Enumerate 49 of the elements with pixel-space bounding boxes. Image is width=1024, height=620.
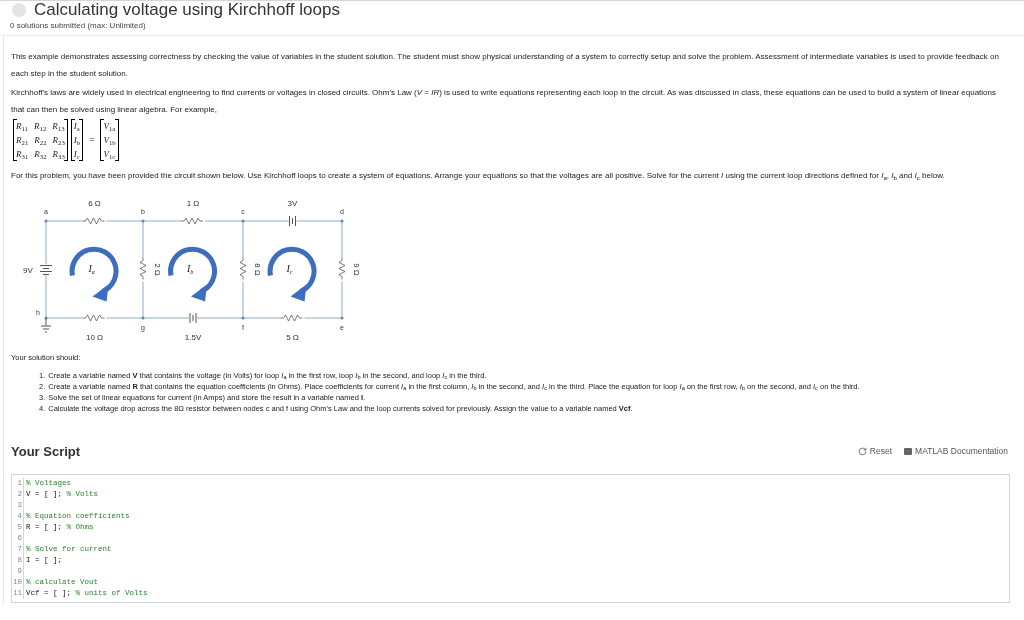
clockwise-arrow-icon xyxy=(267,246,317,302)
node-dot xyxy=(44,219,48,223)
component-label: 5 Ω xyxy=(286,333,299,342)
resistor-icon xyxy=(82,314,105,322)
component-label: 10 Ω xyxy=(85,333,104,342)
node-dot xyxy=(141,219,145,223)
loop-label: I$_{a}$ xyxy=(88,262,95,275)
battery-icon xyxy=(39,265,53,275)
book-icon xyxy=(904,448,913,456)
battery-icon xyxy=(289,215,296,227)
component-label: 2 Ω xyxy=(153,263,162,276)
loop-label: I$_{c}$ xyxy=(286,262,293,275)
loop-label: I$_{b}$ xyxy=(187,262,194,275)
component-label: 6 Ω xyxy=(88,199,101,208)
component-label: 1 Ω xyxy=(186,199,200,208)
equals-sign: = xyxy=(88,133,96,147)
node-dot xyxy=(141,316,145,320)
resistor-icon xyxy=(338,257,346,280)
component-label: 1.5V xyxy=(184,333,202,342)
node-dot xyxy=(241,219,245,223)
component-label: 9 Ω xyxy=(352,263,361,276)
voltage-vector: V$_{1a}$ V$_{1b}$ V$_{1c}$ xyxy=(100,119,119,161)
battery-icon xyxy=(189,312,197,324)
resistor-icon xyxy=(139,257,147,280)
resistor-icon xyxy=(239,257,247,280)
clockwise-arrow-icon xyxy=(168,246,218,302)
script-heading: Your Script xyxy=(11,443,81,461)
reset-button[interactable]: Reset xyxy=(857,445,893,459)
component-label: 3V xyxy=(287,199,298,208)
problem-title: Calculating voltage using Kirchhoff loops xyxy=(34,0,340,19)
reset-icon xyxy=(857,447,867,457)
node-dot xyxy=(44,316,48,320)
description-paragraph: Kirchhoff's laws are widely used in electrical engineering to find currents or voltages in closed circuits. Ohm's Law (V = IR) is used to write equations representing each loop in the circuit. As was discussed in class, these equations can be used to build a system of linear equations that can then be solved using linear algebra. For example, xyxy=(11,87,997,116)
node-dot xyxy=(340,219,344,223)
node-dot xyxy=(340,316,344,320)
submission-count: 0 solutions submitted (max: Unlimited) xyxy=(9,20,147,32)
documentation-link[interactable]: MATLAB Documentation xyxy=(904,445,1008,459)
coefficient-matrix: R$_{11}$ R$_{12}$ R$_{13}$ R$_{21}$ R$_{22}$ R$_{23}$ R$_{31}$ R$_{32}$ R$_{33}$ xyxy=(13,119,68,161)
component-label: 9V xyxy=(23,265,33,275)
node-dot xyxy=(241,316,245,320)
current-vector: I$_{a}$ I$_{b}$ I$_{c}$ xyxy=(70,119,84,161)
resistor-icon xyxy=(82,217,105,225)
clockwise-arrow-icon xyxy=(69,246,119,302)
component-label: 8 Ω xyxy=(253,263,262,276)
description-paragraph: This example demonstrates assessing correctness by checking the value of variables in the student solution. The student must show physical understanding of a system to correctly setup and solve the problem. Assessment of intermediate variables is used to provide feedback on each step in the student solution. xyxy=(11,51,1000,80)
resistor-icon xyxy=(180,217,204,225)
problem-paragraph: For this problem, you have been provided the circuit shown below. Use Kirchhoff loops to create a system of equations. Arrange your equations so that the voltages are all positive. Solve for the current I using the current loop directions defined for I$_{a}$, I$_{b}$ and I$_{c}$ below. xyxy=(11,170,946,183)
resistor-icon xyxy=(280,314,303,322)
ground-icon xyxy=(40,317,52,333)
